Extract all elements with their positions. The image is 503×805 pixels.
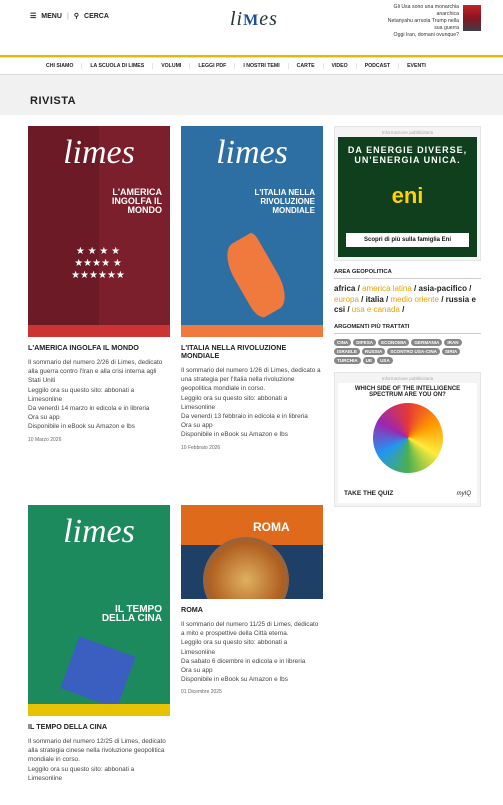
- issue-availability: Da venerdì 14 marzo in edicola e in libr…: [28, 405, 150, 413]
- hamburger-icon: ☰: [30, 13, 37, 20]
- topic-tags: CINA DIFESA ECONOMIA GERMANIA IRAN ISRAE…: [334, 338, 481, 364]
- search-icon: ⚲: [73, 13, 80, 20]
- issue-app: Ora su app: [28, 414, 60, 422]
- tag[interactable]: USA: [377, 356, 393, 364]
- geo-section-title: AREA GEOPOLITICA: [334, 269, 481, 279]
- nav-item-chi-siamo[interactable]: CHI SIAMO: [38, 63, 81, 69]
- issue-date: 01 Dicembre 2025: [181, 689, 222, 696]
- issue-summary: Il sommario del numero 1/26 di Limes, de…: [181, 367, 321, 393]
- issue-card[interactable]: limes L'AMERICA INGOLFA IL MONDO ★ ★ ★ ★…: [28, 126, 170, 443]
- nav-item-scuola[interactable]: LA SCUOLA DI LIMES: [81, 63, 152, 69]
- nav-item-carte[interactable]: CARTE: [287, 63, 323, 69]
- issue-summary: Il sommario del numero 2/26 di Limes, de…: [28, 359, 163, 385]
- issue-ebook: Disponibile in eBook su Amazon e Ibs: [181, 431, 288, 439]
- tag[interactable]: TURCHIA: [334, 356, 361, 364]
- ad-cta-button[interactable]: Scopri di più sulla famiglia Eni: [346, 233, 469, 247]
- ad-myiq[interactable]: Informazione pubblicitaria WHICH SIDE OF…: [334, 371, 481, 507]
- ad-eni[interactable]: Informazione pubblicitaria DA ENERGIE DI…: [334, 126, 481, 261]
- issue-subscribe: Leggilo ora su questo sito: abbonati a L…: [181, 394, 288, 411]
- issue-cover[interactable]: limes L'AMERICA INGOLFA IL MONDO ★ ★ ★ ★…: [28, 126, 170, 337]
- menu-button[interactable]: ☰ MENU | ⚲ CERCA: [30, 12, 109, 21]
- issue-title[interactable]: L'ITALIA NELLA RIVOLUZIONE MONDIALE: [181, 344, 323, 360]
- stars-illustration: ★ ★ ★ ★ ★★★★ ★ ★★★★★★: [71, 246, 125, 281]
- page-title: RIVISTA: [0, 75, 503, 115]
- geo-links[interactable]: africa / america latina / asia-pacifico …: [334, 284, 481, 316]
- tag[interactable]: DIFESA: [353, 338, 377, 346]
- nav-item-podcast[interactable]: PODCAST: [355, 63, 398, 69]
- issue-cover[interactable]: limes IL TEMPO DELLA CINA: [28, 505, 170, 716]
- issue-availability: Da venerdì 13 febbraio in edicola e in l…: [181, 413, 308, 421]
- issue-summary: Il sommario del numero 11/25 di Limes, d…: [181, 621, 319, 638]
- main-nav: CHI SIAMO LA SCUOLA DI LIMES VOLUMI LEGG…: [0, 57, 503, 75]
- china-map-illustration: [60, 636, 136, 709]
- intelligence-spectrum-graphic: [372, 402, 443, 473]
- tag[interactable]: GERMANIA: [411, 338, 443, 346]
- issue-ebook: Disponibile in eBook su Amazon e Ibs: [181, 676, 288, 684]
- issue-date: 10 Marzo 2026: [28, 436, 62, 443]
- issue-card[interactable]: limes L'ITALIA NELLA RIVOLUZIONE MONDIAL…: [181, 126, 323, 451]
- tag[interactable]: ISRAELE: [334, 347, 360, 355]
- issue-date: 10 Febbraio 2026: [181, 444, 221, 451]
- issue-subscribe: Leggilo ora su questo sito: abbonati a L…: [28, 386, 135, 403]
- tag[interactable]: CINA: [334, 338, 352, 346]
- tag[interactable]: IRAN: [444, 338, 462, 346]
- issue-ebook: Disponibile in eBook su Amazon e Ibs: [28, 423, 135, 431]
- issue-app: Ora su app: [181, 667, 213, 675]
- globe-illustration: [203, 537, 289, 599]
- site-logo[interactable]: liMes: [230, 8, 282, 30]
- tag[interactable]: SIRIA: [441, 347, 461, 355]
- italy-map-illustration: [218, 231, 294, 321]
- topics-section-title: ARGOMENTI PIÙ TRATTATI: [334, 324, 481, 334]
- issue-cover[interactable]: ROMA: [181, 505, 323, 599]
- issue-subscribe: Leggilo ora su questo sito: abbonati a L…: [28, 765, 135, 782]
- nav-item-temi[interactable]: I NOSTRI TEMI: [234, 63, 287, 69]
- issue-app: Ora su app: [181, 422, 213, 430]
- issue-card[interactable]: ROMA ROMA Il sommario del numero 11/25 d…: [181, 505, 323, 695]
- issue-summary: Il sommario del numero 12/25 di Limes, d…: [28, 738, 166, 764]
- issue-cover[interactable]: limes L'ITALIA NELLA RIVOLUZIONE MONDIAL…: [181, 126, 323, 337]
- issue-availability: Da sabato 6 dicembre in edicola e in lib…: [181, 657, 306, 665]
- quiz-button[interactable]: TAKE THE QUIZ: [344, 490, 393, 497]
- news-thumbnail[interactable]: [463, 5, 481, 31]
- nav-item-leggi-pdf[interactable]: LEGGI PDF: [189, 63, 234, 69]
- search-button[interactable]: CERCA: [84, 13, 109, 20]
- issue-card[interactable]: limes IL TEMPO DELLA CINA IL TEMPO DELLA…: [28, 505, 170, 783]
- tag[interactable]: ECONOMIA: [378, 338, 410, 346]
- tag[interactable]: UE: [362, 356, 376, 364]
- news-ticker[interactable]: Gli Usa sono una monarchia anarchica Netan…: [388, 4, 459, 39]
- nav-item-video[interactable]: VIDEO: [322, 63, 356, 69]
- issue-title[interactable]: L'AMERICA INGOLFA IL MONDO: [28, 344, 170, 352]
- nav-item-volumi[interactable]: VOLUMI: [152, 63, 189, 69]
- tag[interactable]: RUSSIA: [361, 347, 386, 355]
- top-bar: ☰ MENU | ⚲ CERCA liMes Gli Usa sono una …: [0, 0, 503, 38]
- sidebar: Informazione pubblicitaria DA ENERGIE DI…: [334, 126, 481, 507]
- issue-title[interactable]: IL TEMPO DELLA CINA: [28, 723, 170, 731]
- nav-item-eventi[interactable]: EVENTI: [398, 63, 434, 69]
- issue-title[interactable]: ROMA: [181, 606, 323, 614]
- issue-subscribe: Leggilo ora su questo sito: abbonati a L…: [181, 639, 288, 656]
- tag[interactable]: SCONTRO USA-CINA: [387, 347, 440, 355]
